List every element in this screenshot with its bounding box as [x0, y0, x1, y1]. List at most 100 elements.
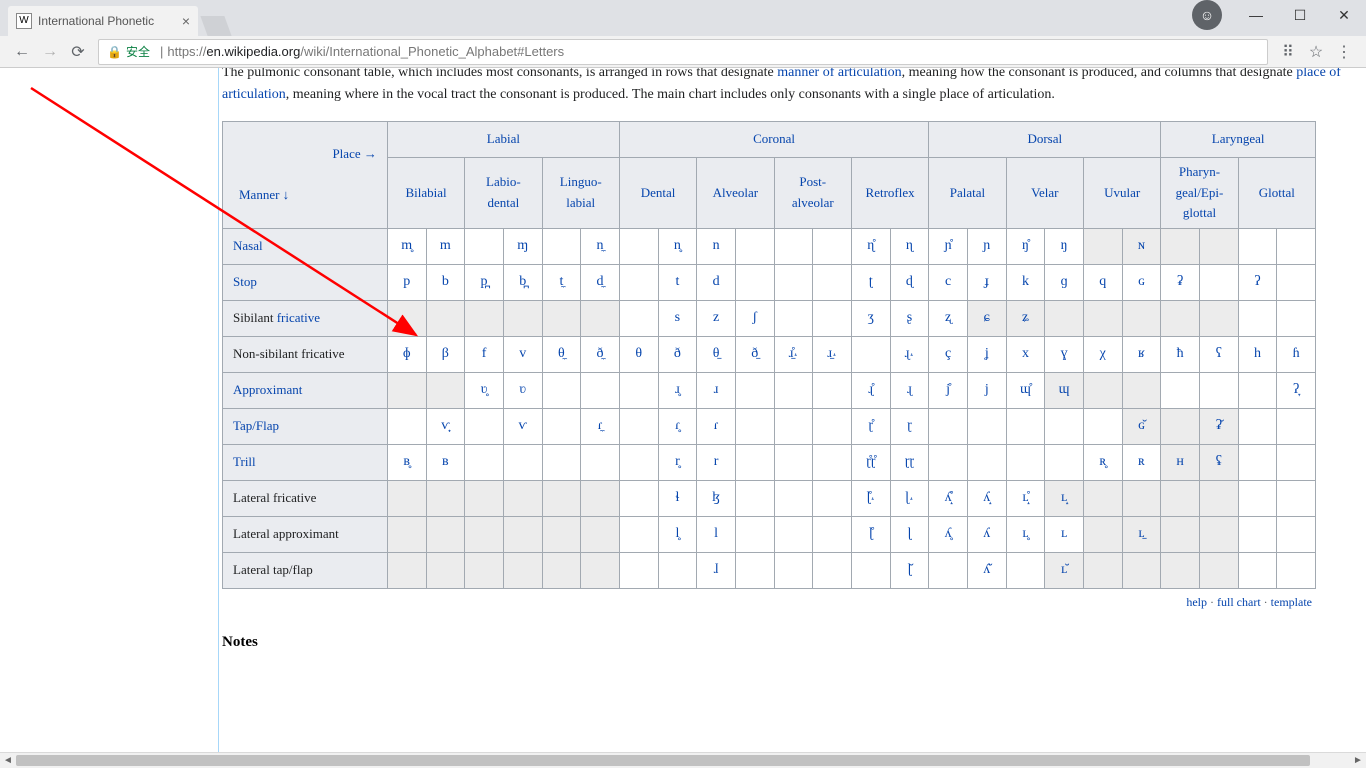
ipa-cell[interactable]: ɹ̠̊˔	[774, 337, 813, 373]
ipa-cell[interactable]: m̥	[387, 229, 426, 265]
ipa-cell[interactable]: ɽɽ	[890, 445, 929, 481]
ipa-cell[interactable]: ɾ̼	[581, 409, 620, 445]
ipa-cell[interactable]: ʑ	[1006, 301, 1045, 337]
ipa-cell[interactable]: ɢ	[1122, 265, 1161, 301]
ipa-cell[interactable]: ʜ	[1161, 445, 1200, 481]
ipa-cell[interactable]: χ	[1083, 337, 1122, 373]
ipa-cell[interactable]: ʎ̝̊	[929, 481, 968, 517]
ipa-cell[interactable]: q	[1083, 265, 1122, 301]
ipa-cell[interactable]: ɦ	[1277, 337, 1316, 373]
ipa-cell[interactable]: ʢ	[1199, 445, 1238, 481]
ipa-cell[interactable]: ɮ	[697, 481, 736, 517]
ipa-cell[interactable]: ʟ̝	[1045, 481, 1084, 517]
ipa-cell[interactable]: ɻ	[890, 373, 929, 409]
url-input[interactable]: 🔒 安全 | https://en.wikipedia.org/wiki/Int…	[98, 39, 1268, 65]
reload-button[interactable]: ⟳	[64, 38, 92, 66]
ipa-cell[interactable]: ɽ̊	[851, 409, 890, 445]
ipa-cell[interactable]: ɺ	[697, 553, 736, 589]
ipa-cell[interactable]: ɭ˔	[890, 481, 929, 517]
ipa-cell[interactable]: ɟ	[967, 265, 1006, 301]
ipa-cell[interactable]: ŋ	[1045, 229, 1084, 265]
forward-button[interactable]: →	[36, 38, 64, 66]
ipa-cell[interactable]: p	[387, 265, 426, 301]
ipa-cell[interactable]: ŋ̊	[1006, 229, 1045, 265]
ipa-cell[interactable]: θ̠	[697, 337, 736, 373]
ipa-cell[interactable]: ʟ̥	[1006, 517, 1045, 553]
ipa-cell[interactable]: ɰ̊	[1006, 373, 1045, 409]
ipa-cell[interactable]: θ̼	[542, 337, 581, 373]
ipa-cell[interactable]: j̊	[929, 373, 968, 409]
back-button[interactable]: ←	[8, 38, 36, 66]
ipa-cell[interactable]: ð̠	[735, 337, 774, 373]
new-tab-button[interactable]	[200, 16, 231, 36]
ipa-cell[interactable]: ɭ̊˔	[851, 481, 890, 517]
menu-icon[interactable]: ⋮	[1330, 42, 1358, 62]
ipa-cell[interactable]: r̥	[658, 445, 697, 481]
ipa-cell[interactable]: ɾ	[697, 409, 736, 445]
ipa-cell[interactable]: ɹ̥	[658, 373, 697, 409]
ipa-cell[interactable]: d	[697, 265, 736, 301]
ipa-cell[interactable]: z	[697, 301, 736, 337]
ipa-cell[interactable]: ʙ	[426, 445, 465, 481]
place-link[interactable]: Place →	[332, 146, 376, 161]
ipa-cell[interactable]: r	[697, 445, 736, 481]
ipa-cell[interactable]: ʂ	[890, 301, 929, 337]
ipa-cell[interactable]: ʟ̠	[1122, 517, 1161, 553]
ipa-cell[interactable]: ʡ̆	[1199, 409, 1238, 445]
manner-link[interactable]: Manner ↓	[239, 187, 289, 202]
ipa-cell[interactable]: ɭ	[890, 517, 929, 553]
ipa-cell[interactable]: β	[426, 337, 465, 373]
scroll-left-icon[interactable]: ◄	[0, 753, 16, 768]
ipa-cell[interactable]: b̪	[503, 265, 542, 301]
ipa-cell[interactable]: ʃ	[735, 301, 774, 337]
ipa-cell[interactable]: ʡ	[1161, 265, 1200, 301]
ipa-cell[interactable]: ɕ	[967, 301, 1006, 337]
ipa-cell[interactable]: ʎ	[967, 517, 1006, 553]
user-avatar[interactable]: ☺	[1192, 0, 1222, 30]
ipa-cell[interactable]: ɳ	[890, 229, 929, 265]
ipa-cell[interactable]: ʎ̆	[967, 553, 1006, 589]
ipa-cell[interactable]: ð	[658, 337, 697, 373]
ipa-cell[interactable]: l	[697, 517, 736, 553]
ipa-cell[interactable]: ɱ	[503, 229, 542, 265]
ipa-cell[interactable]: ⱱ	[503, 409, 542, 445]
ipa-cell[interactable]: ɴ	[1122, 229, 1161, 265]
ipa-cell[interactable]: ɸ	[387, 337, 426, 373]
ipa-cell[interactable]: ɲ̊	[929, 229, 968, 265]
ipa-cell[interactable]: ɳ̊	[851, 229, 890, 265]
ipa-cell[interactable]: v	[503, 337, 542, 373]
ipa-cell[interactable]: ʎ̝	[967, 481, 1006, 517]
ipa-cell[interactable]: ʔ	[1238, 265, 1277, 301]
ipa-cell[interactable]: n	[697, 229, 736, 265]
ipa-cell[interactable]: n̥	[658, 229, 697, 265]
ipa-cell[interactable]: ɻ̊	[851, 373, 890, 409]
help-link[interactable]: help	[1186, 595, 1207, 609]
ipa-cell[interactable]: ʋ̥	[465, 373, 504, 409]
browser-tab[interactable]: W International Phonetic ×	[8, 6, 198, 36]
ipa-cell[interactable]: c	[929, 265, 968, 301]
ipa-cell[interactable]: ʀ	[1122, 445, 1161, 481]
ipa-cell[interactable]: t̼	[542, 265, 581, 301]
ipa-cell[interactable]: n̼	[581, 229, 620, 265]
ipa-cell[interactable]: ɾ̥	[658, 409, 697, 445]
ipa-cell[interactable]: ɲ	[967, 229, 1006, 265]
link-manner[interactable]: manner of articulation	[777, 68, 901, 80]
close-window-button[interactable]: ✕	[1322, 0, 1366, 30]
scroll-right-icon[interactable]: ►	[1350, 753, 1366, 768]
ipa-cell[interactable]: ʁ	[1122, 337, 1161, 373]
ipa-cell[interactable]: t	[658, 265, 697, 301]
ipa-cell[interactable]: ħ	[1161, 337, 1200, 373]
ipa-cell[interactable]: ʎ̥	[929, 517, 968, 553]
minimize-button[interactable]: —	[1234, 0, 1278, 30]
template-link[interactable]: template	[1271, 595, 1312, 609]
ipa-cell[interactable]: ç	[929, 337, 968, 373]
ipa-cell[interactable]: p̪	[465, 265, 504, 301]
ipa-cell[interactable]: j	[967, 373, 1006, 409]
ipa-cell[interactable]: ɢ̆	[1122, 409, 1161, 445]
ipa-cell[interactable]: x	[1006, 337, 1045, 373]
ipa-cell[interactable]: ⱱ̟	[426, 409, 465, 445]
ipa-cell[interactable]: ʟ	[1045, 517, 1084, 553]
ipa-cell[interactable]: ɻ˔	[890, 337, 929, 373]
ipa-cell[interactable]: ʝ	[967, 337, 1006, 373]
ipa-cell[interactable]: ʔ̞	[1277, 373, 1316, 409]
